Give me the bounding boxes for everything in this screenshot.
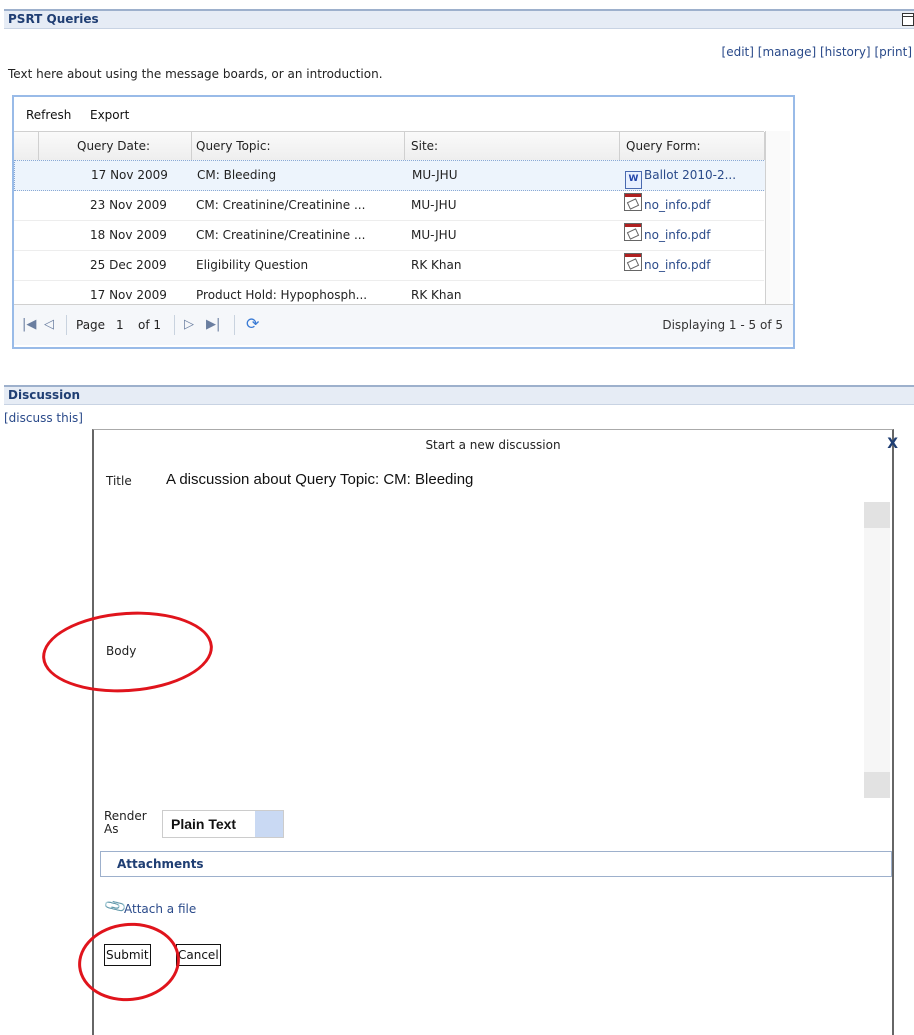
row-date: 17 Nov 2009 <box>91 168 168 182</box>
pdf-icon <box>624 223 642 241</box>
word-doc-icon: W <box>625 171 642 189</box>
col-query-form[interactable]: Query Form: <box>620 132 765 160</box>
prev-page-icon[interactable]: ◁ <box>44 317 54 332</box>
refresh-icon[interactable]: ⟳ <box>246 314 259 333</box>
cancel-button[interactable]: Cancel <box>176 944 221 966</box>
row-form[interactable]: no_info.pdf <box>624 191 711 220</box>
row-date: 23 Nov 2009 <box>90 198 167 212</box>
display-count: Displaying 1 - 5 of 5 <box>662 318 783 332</box>
body-scroll-down[interactable] <box>864 772 890 798</box>
window-maximize-icon[interactable] <box>902 13 914 26</box>
table-row[interactable]: 17 Nov 2009 CM: Bleeding MU-JHU W Ballot … <box>14 160 766 191</box>
row-site: RK Khan <box>411 258 462 272</box>
discuss-this-link[interactable]: [discuss this] <box>4 411 83 425</box>
page-of-label: of 1 <box>138 318 162 332</box>
section-title: PSRT Queries <box>8 12 99 26</box>
query-grid: Refresh Export Query Date: Query Topic: … <box>12 95 795 349</box>
grid-pager: |◀ ◁ Page 1 of 1 ▷ ▶| ⟳ Displaying 1 - 5… <box>14 304 793 345</box>
history-link[interactable]: [history] <box>820 45 871 59</box>
discussion-header: Discussion <box>4 385 914 405</box>
row-site: MU-JHU <box>411 228 457 242</box>
edit-link[interactable]: [edit] <box>722 45 754 59</box>
page-label: Page <box>76 318 106 332</box>
row-site: MU-JHU <box>411 198 457 212</box>
grid-scrollbar[interactable] <box>765 131 790 304</box>
psrt-queries-header: PSRT Queries <box>4 9 914 29</box>
title-input[interactable]: A discussion about Query Topic: CM: Blee… <box>166 471 473 488</box>
close-icon[interactable]: X <box>887 436 898 452</box>
col-query-date[interactable]: Query Date: <box>39 132 192 160</box>
panel-title: Start a new discussion <box>425 438 561 452</box>
intro-text: Text here about using the message boards… <box>8 67 383 81</box>
new-discussion-panel: Start a new discussion X Title A discuss… <box>92 429 898 1035</box>
row-checker-header <box>14 132 39 160</box>
row-form[interactable]: no_info.pdf <box>624 251 711 280</box>
body-textarea[interactable] <box>154 500 860 800</box>
pdf-icon <box>624 193 642 211</box>
grid-toolbar: Refresh Export <box>14 97 793 129</box>
title-label: Title <box>106 474 132 488</box>
row-date: 25 Dec 2009 <box>90 258 167 272</box>
first-page-icon[interactable]: |◀ <box>22 317 36 332</box>
row-topic: CM: Bleeding <box>197 168 277 182</box>
page-input[interactable]: 1 <box>116 318 124 332</box>
pdf-icon <box>624 253 642 271</box>
row-topic: Eligibility Question <box>196 258 309 272</box>
row-form[interactable]: W Ballot 2010-2... <box>625 161 736 190</box>
attachments-header: Attachments <box>100 851 892 877</box>
render-as-label: Render As <box>104 809 147 836</box>
last-page-icon[interactable]: ▶| <box>206 317 220 332</box>
attach-file-link[interactable]: Attach a file <box>124 902 196 916</box>
row-topic: CM: Creatinine/Creatinine ... <box>196 228 366 242</box>
print-link[interactable]: [print] <box>874 45 912 59</box>
export-button[interactable]: Export <box>90 108 129 122</box>
manage-link[interactable]: [manage] <box>758 45 816 59</box>
section-title: Discussion <box>8 388 81 402</box>
table-row[interactable]: 23 Nov 2009 CM: Creatinine/Creatinine ..… <box>14 191 764 221</box>
render-as-select[interactable]: Plain Text <box>162 810 284 838</box>
col-query-topic[interactable]: Query Topic: <box>192 132 405 160</box>
refresh-button[interactable]: Refresh <box>26 108 71 122</box>
next-page-icon[interactable]: ▷ <box>184 317 194 332</box>
body-scroll-up[interactable] <box>864 502 890 528</box>
row-site: MU-JHU <box>412 168 458 182</box>
table-row[interactable]: 18 Nov 2009 CM: Creatinine/Creatinine ..… <box>14 221 764 251</box>
table-row[interactable]: 25 Dec 2009 Eligibility Question RK Khan… <box>14 251 764 281</box>
row-date: 18 Nov 2009 <box>90 228 167 242</box>
row-form[interactable]: no_info.pdf <box>624 221 711 250</box>
row-topic: CM: Creatinine/Creatinine ... <box>196 198 366 212</box>
body-scrollbar[interactable] <box>864 528 890 772</box>
col-site[interactable]: Site: <box>405 132 620 160</box>
chevron-down-icon[interactable] <box>255 811 283 837</box>
top-actions: [edit] [manage] [history] [print] <box>722 45 912 59</box>
grid-header-row: Query Date: Query Topic: Site: Query For… <box>14 131 765 161</box>
